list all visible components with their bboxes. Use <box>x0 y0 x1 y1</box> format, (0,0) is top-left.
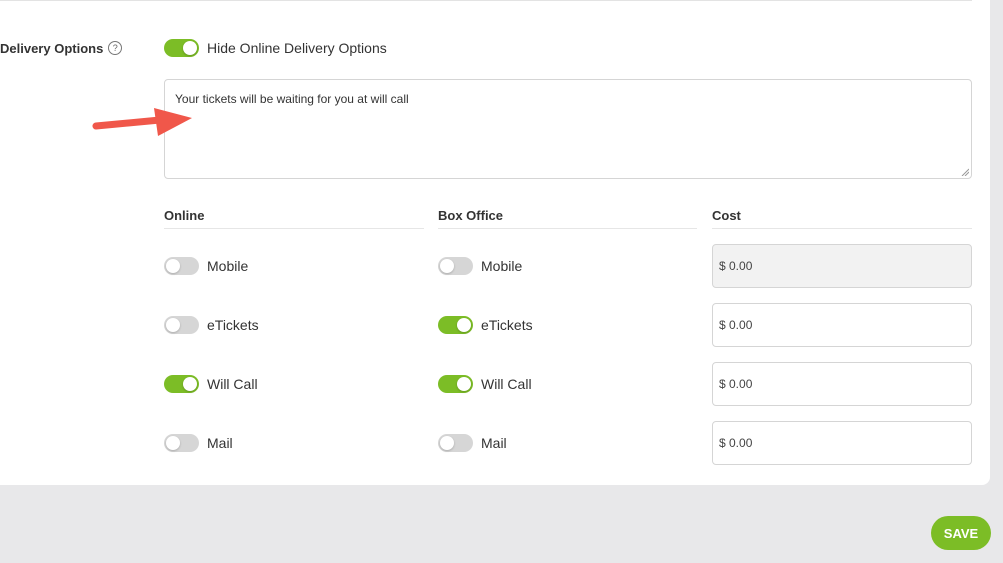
box-office-mobile-label: Mobile <box>481 258 523 274</box>
toggle-knob <box>166 259 180 273</box>
box-office-mobile-toggle[interactable] <box>438 257 473 275</box>
will-call-cost-input[interactable]: $ 0.00 <box>712 362 972 406</box>
toggle-knob <box>457 318 471 332</box>
box-office-etickets-toggle[interactable] <box>438 316 473 334</box>
toggle-knob <box>440 436 454 450</box>
online-column-rule <box>164 228 424 229</box>
question-circle-icon[interactable]: ? <box>108 41 123 55</box>
delivery-options-label: Delivery Options ? <box>0 40 123 56</box>
cost-column-rule <box>712 228 972 229</box>
online-mail-label: Mail <box>207 435 233 451</box>
toggle-knob <box>440 259 454 273</box>
mail-cost-input[interactable]: $ 0.00 <box>712 421 972 465</box>
delivery-options-label-text: Delivery Options <box>0 40 104 56</box>
toggle-knob <box>457 377 471 391</box>
delivery-options-card: Delivery Options ? Hide Online Delivery … <box>0 0 990 485</box>
online-mobile-label: Mobile <box>207 258 249 274</box>
delivery-message-textarea[interactable]: Your tickets will be waiting for you at … <box>164 79 972 179</box>
mobile-cost-value: $ 0.00 <box>719 259 753 273</box>
online-mail-toggle[interactable] <box>164 434 199 452</box>
section-divider <box>0 0 972 1</box>
box-office-column-rule <box>438 228 697 229</box>
will-call-cost-value: $ 0.00 <box>719 377 753 391</box>
hide-online-delivery-label: Hide Online Delivery Options <box>207 40 387 56</box>
box-office-mail-toggle[interactable] <box>438 434 473 452</box>
toggle-knob <box>166 318 180 332</box>
red-arrow-icon <box>92 108 192 136</box>
online-etickets-toggle[interactable] <box>164 316 199 334</box>
toggle-knob <box>166 436 180 450</box>
online-mobile-toggle[interactable] <box>164 257 199 275</box>
online-will-call-toggle[interactable] <box>164 375 199 393</box>
etickets-cost-value: $ 0.00 <box>719 318 753 332</box>
box-office-will-call-toggle[interactable] <box>438 375 473 393</box>
box-office-etickets-label: eTickets <box>481 317 533 333</box>
online-column-header: Online <box>164 208 205 223</box>
mobile-cost-input[interactable]: $ 0.00 <box>712 244 972 288</box>
cost-column-header: Cost <box>712 208 741 223</box>
delivery-message-text: Your tickets will be waiting for you at … <box>175 92 409 106</box>
online-will-call-label: Will Call <box>207 376 258 392</box>
resize-grip-icon[interactable] <box>961 168 969 176</box>
box-office-column-header: Box Office <box>438 208 504 223</box>
toggle-knob <box>183 377 197 391</box>
box-office-will-call-label: Will Call <box>481 376 532 392</box>
etickets-cost-input[interactable]: $ 0.00 <box>712 303 972 347</box>
save-button[interactable]: SAVE <box>931 516 991 550</box>
box-office-mail-label: Mail <box>481 435 507 451</box>
mail-cost-value: $ 0.00 <box>719 436 753 450</box>
online-etickets-label: eTickets <box>207 317 259 333</box>
hide-online-delivery-toggle[interactable] <box>164 39 199 57</box>
toggle-knob <box>183 41 197 55</box>
